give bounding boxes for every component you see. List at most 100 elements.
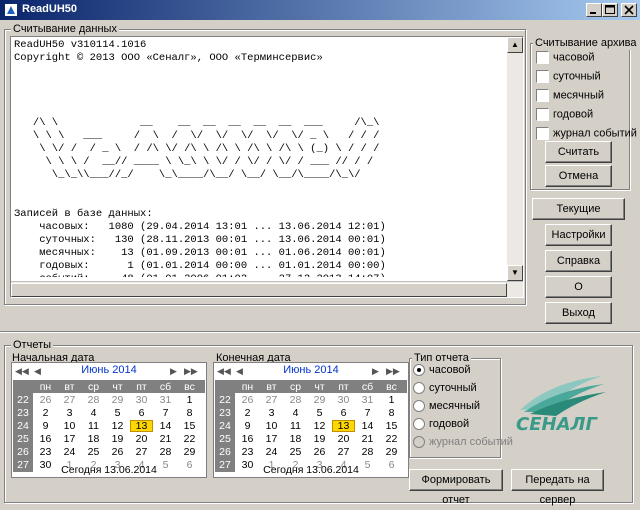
day-cell[interactable]: 20 [130,433,153,445]
today-label[interactable]: Сегодня 13.06.2014 [214,464,408,476]
day-cell[interactable]: 5 [308,407,331,419]
about-button[interactable]: О программе [545,276,612,313]
day-cell[interactable]: 25 [284,446,307,458]
horizontal-scrollbar[interactable] [11,281,523,297]
scroll-down-arrow-icon[interactable]: ▼ [507,265,523,281]
day-cell[interactable]: 11 [284,420,307,432]
day-cell[interactable]: 6 [130,407,153,419]
day-cell[interactable]: 3 [58,407,81,419]
help-button[interactable]: Справка [545,250,612,272]
read-button[interactable]: Считать [545,141,612,163]
day-cell[interactable]: 31 [154,394,177,406]
next-month-icon[interactable]: ▶ [372,364,379,378]
radio-icon[interactable] [413,418,425,431]
day-cell[interactable]: 18 [82,433,105,445]
day-cell[interactable]: 7 [356,407,379,419]
checkbox-icon[interactable] [536,70,549,83]
day-cell[interactable]: 30 [130,394,153,406]
day-cell[interactable]: 8 [380,407,403,419]
day-cell[interactable]: 4 [82,407,105,419]
day-cell[interactable]: 2 [236,407,259,419]
day-cell[interactable]: 29 [380,446,403,458]
vertical-scrollbar[interactable]: ▲ ▼ [507,37,523,281]
day-cell[interactable]: 22 [178,433,201,445]
scroll-up-arrow-icon[interactable]: ▲ [507,37,523,53]
day-cell[interactable]: 8 [178,407,201,419]
report-type-option[interactable]: суточный [413,382,477,396]
day-cell[interactable]: 2 [34,407,57,419]
day-cell[interactable]: 30 [332,394,355,406]
day-cell[interactable]: 9 [34,420,57,432]
day-cell[interactable]: 17 [260,433,283,445]
day-cell[interactable]: 29 [106,394,129,406]
next-year-icon[interactable]: ▶▶ [386,364,400,378]
day-cell[interactable]: 10 [260,420,283,432]
minimize-button[interactable] [586,3,602,17]
start-date-calendar[interactable]: ◀◀ ◀ Июнь 2014 ▶ ▶▶ пн вт ср чт пт сб вс 22 23 24 25 26 2… [11,362,207,478]
day-cell[interactable]: 7 [154,407,177,419]
day-cell[interactable]: 21 [356,433,379,445]
day-cell[interactable]: 1 [178,394,201,406]
maximize-button[interactable] [602,3,618,17]
day-cell[interactable]: 15 [380,420,403,432]
checkbox-icon[interactable] [536,127,549,140]
archive-option-events[interactable]: журнал событий [536,127,637,141]
close-button[interactable] [621,3,637,17]
send-to-server-button[interactable]: Передать на сервер [511,469,604,506]
day-cell[interactable]: 1 [380,394,403,406]
day-cell[interactable]: 16 [34,433,57,445]
day-cell[interactable]: 27 [130,446,153,458]
horizontal-scroll-thumb[interactable] [11,283,507,297]
report-type-option[interactable]: месячный [413,400,480,414]
current-readings-button[interactable]: Текущие показания [532,198,625,235]
day-cell[interactable]: 16 [236,433,259,445]
day-cell[interactable]: 27 [260,394,283,406]
today-day-cell[interactable]: 13 [332,420,355,432]
archive-option-yearly[interactable]: годовой [536,108,593,122]
day-cell[interactable]: 9 [236,420,259,432]
day-cell[interactable]: 27 [58,394,81,406]
day-cell[interactable]: 28 [356,446,379,458]
next-month-icon[interactable]: ▶ [170,364,177,378]
day-cell[interactable]: 4 [284,407,307,419]
radio-icon[interactable] [413,364,425,377]
exit-button[interactable]: Выход [545,302,612,324]
radio-icon[interactable] [413,382,425,395]
day-cell[interactable]: 26 [236,394,259,406]
cancel-button[interactable]: Отмена [545,165,612,187]
day-cell[interactable]: 22 [380,433,403,445]
day-cell[interactable]: 14 [154,420,177,432]
day-cell[interactable]: 18 [284,433,307,445]
day-cell[interactable]: 29 [308,394,331,406]
day-cell[interactable]: 23 [236,446,259,458]
day-cell[interactable]: 26 [34,394,57,406]
day-cell[interactable]: 27 [332,446,355,458]
next-year-icon[interactable]: ▶▶ [184,364,198,378]
console-output[interactable]: ReadUH50 v310114.1016 Copyright © 2013 О… [10,36,524,298]
day-cell[interactable]: 11 [82,420,105,432]
day-cell[interactable]: 20 [332,433,355,445]
day-cell[interactable]: 28 [82,394,105,406]
day-cell[interactable]: 26 [308,446,331,458]
checkbox-icon[interactable] [536,51,549,64]
day-cell[interactable]: 19 [106,433,129,445]
day-cell[interactable]: 25 [82,446,105,458]
day-cell[interactable]: 19 [308,433,331,445]
day-cell[interactable]: 6 [332,407,355,419]
report-type-option[interactable]: годовой [413,418,469,432]
day-cell[interactable]: 14 [356,420,379,432]
day-cell[interactable]: 15 [178,420,201,432]
today-label[interactable]: Сегодня 13.06.2014 [12,464,206,476]
day-cell[interactable]: 5 [106,407,129,419]
day-cell[interactable]: 10 [58,420,81,432]
radio-icon[interactable] [413,400,425,413]
day-cell[interactable]: 12 [308,420,331,432]
day-cell[interactable]: 31 [356,394,379,406]
day-cell[interactable]: 23 [34,446,57,458]
archive-option-monthly[interactable]: месячный [536,89,604,103]
settings-button[interactable]: Настройки [545,224,612,246]
today-day-cell[interactable]: 13 [130,420,153,432]
archive-option-daily[interactable]: суточный [536,70,601,84]
end-date-calendar[interactable]: ◀◀ ◀ Июнь 2014 ▶ ▶▶ пн вт ср чт пт сб вс 22 23 24 25 26 2… [213,362,409,478]
checkbox-icon[interactable] [536,108,549,121]
